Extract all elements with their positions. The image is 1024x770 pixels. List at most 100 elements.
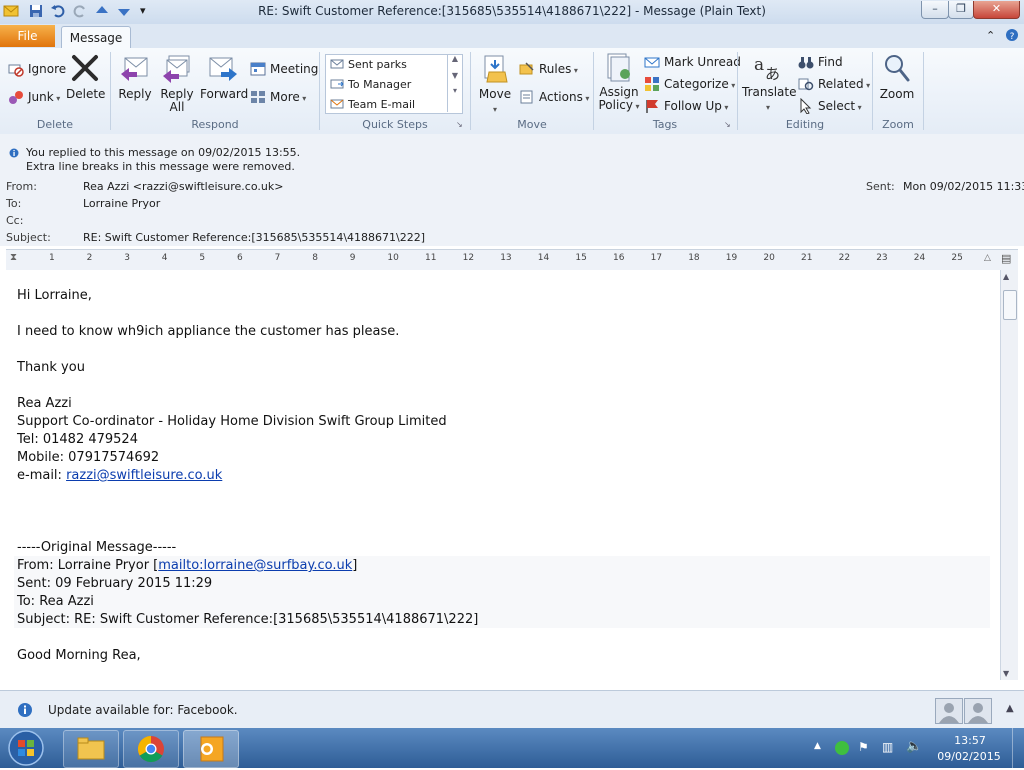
signature-email-link[interactable]: razzi@swiftleisure.co.uk [66,468,222,483]
ruler-mark: 6 [237,253,243,263]
start-orb-icon[interactable] [4,729,48,770]
zoom-magnifier-icon [885,55,910,82]
categorize-button[interactable]: Categorize [644,76,735,92]
ruler-mark: 23 [876,253,888,263]
body-line: I need to know wh9ich appliance the cust… [17,324,400,339]
original-sent: Sent: 09 February 2015 11:29 [17,576,213,591]
scroll-down-icon[interactable]: ▼ [1003,669,1009,678]
show-hidden-icons-icon[interactable]: ▲ [814,741,821,751]
reply-button[interactable]: Reply [116,54,154,101]
quick-step-team-email[interactable]: Team E-mail [330,97,415,111]
ruler-mark: 10 [387,253,399,263]
clock-time[interactable]: 13:57 [940,734,1000,747]
forward-button[interactable]: Forward [200,54,248,101]
outlook-icon [200,736,224,762]
original-from-mailto-link[interactable]: mailto:lorraine@surfbay.co.uk [158,558,352,573]
ignore-button[interactable]: Ignore [8,61,66,77]
infobar-replied[interactable]: You replied to this message on 09/02/201… [26,146,300,159]
ruler-mark: 3 [124,253,130,263]
scroll-down-icon[interactable]: ▼ [448,71,462,80]
scrollbar-thumb[interactable] [1003,290,1017,320]
scroll-up-icon[interactable]: ▲ [448,54,462,63]
zoom-button[interactable]: Zoom [878,52,916,101]
contact-avatar-icon[interactable] [964,698,992,724]
tags-dialog-launcher-icon[interactable]: ↘ [724,120,731,129]
ruler-mark: 18 [688,253,700,263]
sent-value: Mon 09/02/2015 11:33 [903,180,1024,193]
view-ruler-toggle-icon[interactable]: ▤ [1001,252,1011,265]
delete-x-icon [72,55,98,81]
update-available-text[interactable]: Update available for: Facebook. [48,703,238,717]
more-respond-button[interactable]: More [250,89,306,105]
assign-policy-button[interactable]: Assign Policy [598,52,640,113]
original-message-separator: -----Original Message----- [17,540,177,555]
junk-button[interactable]: Junk [8,89,60,105]
ruler-indent-marker-icon[interactable]: ⧗ [10,252,17,263]
taskbar: ▲ ⚑ ▥ 🔈 13:57 09/02/2015 [0,728,1024,768]
rules-icon [519,62,534,75]
ruler-right-margin-icon[interactable]: △ [984,253,991,263]
volume-icon[interactable]: 🔈 [906,739,922,754]
actions-button[interactable]: Actions [519,89,589,105]
scroll-up-icon[interactable]: ▲ [1003,272,1009,281]
to-value[interactable]: Lorraine Pryor [83,197,160,210]
contact-avatar-icon[interactable] [935,698,963,724]
folder-icon [77,737,105,760]
action-center-flag-icon[interactable]: ⚑ [858,740,869,754]
quick-step-sent-parks[interactable]: Sent parks [330,57,407,71]
close-button[interactable]: ✕ [973,1,1020,19]
ruler-mark: 13 [500,253,512,263]
tab-message[interactable]: Message [61,26,131,50]
expand-people-pane-icon[interactable]: ▲ [1006,703,1014,714]
taskbar-outlook-button[interactable] [183,730,239,768]
ruler-mark: 15 [575,253,587,263]
quick-steps-scroll[interactable]: ▲ ▼ ▾ [447,54,462,112]
minimize-ribbon-icon[interactable]: ⌃ [986,29,995,42]
meeting-button[interactable]: Meeting [250,61,318,77]
show-desktop-button[interactable] [1012,728,1024,768]
actions-icon [520,90,533,104]
minimize-button[interactable]: – [921,1,949,19]
group-label-tags: Tags [652,118,678,131]
taskbar-chrome-button[interactable] [123,730,179,768]
translate-icon: aあ [754,55,780,82]
ruler-mark: 8 [312,253,318,263]
network-icon[interactable]: ▥ [882,740,893,754]
select-button[interactable]: Select [798,98,862,114]
signature-name: Rea Azzi [17,396,72,411]
infobar-line-breaks[interactable]: Extra line breaks in this message were r… [26,160,295,173]
follow-up-button[interactable]: Follow Up [644,98,728,114]
delete-button[interactable]: Delete [66,52,105,101]
ruler[interactable]: ⧗ 1 2 3 4 5 6 7 8 9 10 11 12 13 14 15 16 17 18 19 20 21 22 23 2… [6,249,1018,271]
body-scrollbar[interactable]: ▲ ▼ [1000,270,1018,680]
find-button[interactable]: Find [798,54,843,70]
ruler-mark: 12 [462,253,475,263]
expand-gallery-icon[interactable]: ▾ [448,86,462,95]
reply-all-button[interactable]: Reply All [157,54,197,114]
message-body[interactable]: Hi Lorraine, I need to know wh9ich appli… [6,270,1000,680]
help-icon[interactable]: ? [1005,28,1019,45]
from-value[interactable]: Rea Azzi <razzi@swiftleisure.co.uk> [83,180,283,193]
maximize-button[interactable]: ❐ [948,1,974,19]
rules-button[interactable]: Rules [519,61,578,77]
move-button[interactable]: Move [476,54,514,116]
tray-status-icon[interactable] [834,740,850,759]
signature-tel: Tel: 01482 479524 [17,432,138,447]
clock-date[interactable]: 09/02/2015 [936,750,1002,763]
signature-role: Support Co-ordinator - Holiday Home Divi… [17,414,447,429]
group-label-respond: Respond [191,118,239,131]
people-pane-bar: Update available for: Facebook. ▲ [0,690,1024,729]
related-icon [798,78,814,91]
translate-button[interactable]: aあ Translate [742,52,797,114]
taskbar-explorer-button[interactable] [63,730,119,768]
dialog-launcher-icon[interactable]: ↘ [456,120,463,129]
ribbon-tabs: File Message ⌃ ? [0,24,1024,50]
svg-text:?: ? [1010,32,1015,42]
mark-unread-button[interactable]: Mark Unread [644,54,741,70]
tab-file[interactable]: File [0,25,55,47]
follow-up-flag-icon [646,100,658,113]
related-button[interactable]: Related [798,76,870,92]
quick-step-to-manager[interactable]: To Manager [330,77,411,91]
original-to: To: Rea Azzi [17,594,94,609]
message-header: You replied to this message on 09/02/201… [0,134,1024,246]
